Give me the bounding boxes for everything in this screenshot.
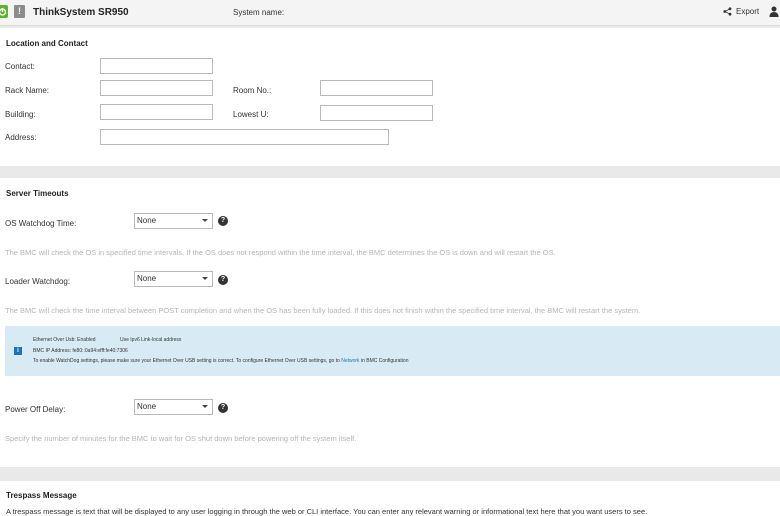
ipv6-link-local-status: Use Ipv6 Link-local address <box>120 337 182 343</box>
watchdog-note-prefix: To enable WatchDog settings, please make… <box>33 358 342 364</box>
power-off-delay-label: Power Off Delay: <box>5 405 66 414</box>
room-no-input[interactable] <box>320 80 433 96</box>
network-link[interactable]: Network <box>341 358 359 364</box>
room-no-label: Room No.: <box>233 86 272 95</box>
server-timeouts-panel: Server Timeouts OS Watchdog Time: None ?… <box>0 178 780 467</box>
user-icon[interactable] <box>769 6 779 19</box>
share-icon <box>723 7 732 16</box>
building-label: Building: <box>5 110 36 119</box>
chevron-down-icon <box>202 219 208 222</box>
contact-input[interactable] <box>100 58 213 74</box>
loader-watchdog-select[interactable]: None <box>134 271 213 287</box>
bmc-ip-address: BMC IP Address: fe80::0a94:efff:fe40:730… <box>33 348 128 354</box>
trespass-message-panel: Trespass Message A trespass message is t… <box>0 481 780 516</box>
product-title: ThinkSystem SR950 <box>33 7 129 18</box>
top-bar: ! ThinkSystem SR950 System name: Export <box>0 0 780 26</box>
rack-name-input[interactable] <box>100 80 213 96</box>
help-icon[interactable]: ? <box>218 216 228 226</box>
warning-icon[interactable]: ! <box>14 5 25 18</box>
power-off-delay-value: None <box>137 402 157 411</box>
trespass-description: A trespass message is text that will be … <box>6 507 648 516</box>
lowest-u-input[interactable] <box>320 105 433 121</box>
rack-name-label: Rack Name: <box>5 86 50 95</box>
help-icon[interactable]: ? <box>218 403 228 413</box>
loader-watchdog-value: None <box>137 274 157 283</box>
building-input[interactable] <box>100 104 213 120</box>
ethernet-over-usb-status: Ethernet Over Usb: Enabled <box>33 337 96 343</box>
trespass-message-title: Trespass Message <box>6 491 77 500</box>
contact-label: Contact: <box>5 62 35 71</box>
loader-watchdog-description: The BMC will check the time interval bet… <box>5 306 641 315</box>
power-logo-icon <box>0 5 8 18</box>
address-input[interactable] <box>100 129 389 145</box>
server-timeouts-title: Server Timeouts <box>6 189 69 198</box>
system-name-label: System name: <box>233 8 285 17</box>
os-watchdog-description: The BMC will check the OS in specified t… <box>5 248 556 257</box>
power-off-delay-description: Specify the number of minutes for the BM… <box>5 434 357 443</box>
chevron-down-icon <box>202 277 208 280</box>
watchdog-note-suffix: in BMC Configuration <box>359 358 409 364</box>
watchdog-note: To enable WatchDog settings, please make… <box>33 358 408 364</box>
os-watchdog-select[interactable]: None <box>134 213 213 229</box>
export-button[interactable]: Export <box>723 7 759 16</box>
power-off-delay-select[interactable]: None <box>134 399 213 415</box>
location-contact-title: Location and Contact <box>6 39 88 48</box>
loader-watchdog-label: Loader Watchdog: <box>5 277 71 286</box>
location-contact-panel: Location and Contact Contact: Rack Name:… <box>0 28 780 166</box>
address-label: Address: <box>5 133 37 142</box>
os-watchdog-value: None <box>137 216 157 225</box>
os-watchdog-label: OS Watchdog Time: <box>5 219 77 228</box>
export-label: Export <box>736 7 760 16</box>
ethernet-usb-info-box: i Ethernet Over Usb: Enabled Use Ipv6 Li… <box>5 326 780 376</box>
info-icon: i <box>14 347 22 355</box>
lowest-u-label: Lowest U: <box>233 110 269 119</box>
help-icon[interactable]: ? <box>218 275 228 285</box>
chevron-down-icon <box>202 405 208 408</box>
